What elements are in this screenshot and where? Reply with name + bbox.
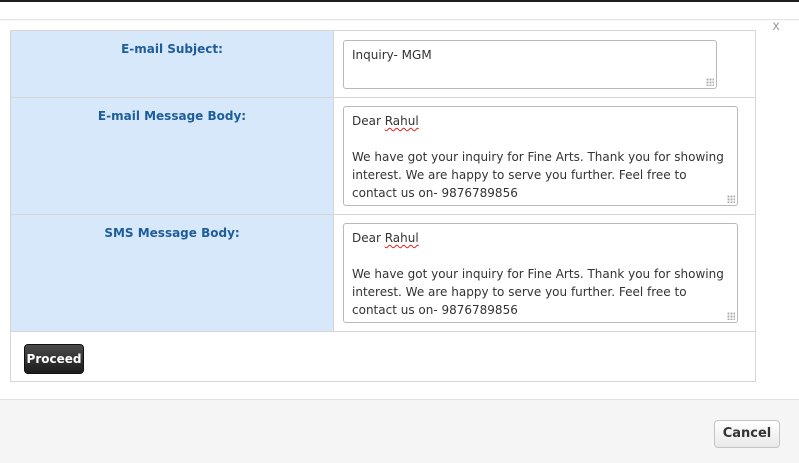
modal-footer: Cancel [0, 399, 799, 463]
sms-body-row: SMS Message Body: Dear Rahul We have got… [11, 215, 755, 332]
resize-handle-icon[interactable] [727, 195, 735, 203]
message-form: E-mail Subject: Inquiry- MGM E-mail Mess… [10, 30, 756, 382]
close-icon[interactable]: x [772, 20, 780, 34]
sms-body-text: We have got your inquiry for Fine Arts. … [352, 267, 724, 317]
greeting-name: Rahul [384, 231, 419, 245]
cancel-button[interactable]: Cancel [714, 420, 780, 448]
sms-body-greeting: Dear Rahul [352, 229, 729, 247]
sms-body-label: SMS Message Body: [11, 215, 334, 331]
email-body-cell: Dear Rahul We have got your inquiry for … [334, 98, 755, 214]
email-body-label: E-mail Message Body: [11, 98, 334, 214]
email-body-greeting: Dear Rahul [352, 112, 729, 130]
sms-body-field[interactable]: Dear Rahul We have got your inquiry for … [343, 223, 738, 323]
email-body-field[interactable]: Dear Rahul We have got your inquiry for … [343, 106, 738, 206]
greeting-prefix: Dear [352, 231, 385, 245]
greeting-prefix: Dear [352, 114, 385, 128]
proceed-button[interactable]: Proceed [24, 344, 84, 374]
resize-handle-icon[interactable] [727, 312, 735, 320]
greeting-name: Rahul [384, 114, 419, 128]
email-subject-row: E-mail Subject: Inquiry- MGM [11, 31, 755, 98]
email-subject-field[interactable]: Inquiry- MGM [343, 40, 717, 89]
header-edge [0, 0, 799, 2]
email-subject-value: Inquiry- MGM [352, 48, 432, 62]
email-subject-label: E-mail Subject: [11, 31, 334, 97]
email-body-text: We have got your inquiry for Fine Arts. … [352, 150, 724, 200]
modal-header [0, 0, 799, 20]
email-body-row: E-mail Message Body: Dear Rahul We have … [11, 98, 755, 215]
resize-handle-icon[interactable] [706, 78, 714, 86]
email-subject-cell: Inquiry- MGM [334, 31, 755, 97]
sms-body-cell: Dear Rahul We have got your inquiry for … [334, 215, 755, 331]
